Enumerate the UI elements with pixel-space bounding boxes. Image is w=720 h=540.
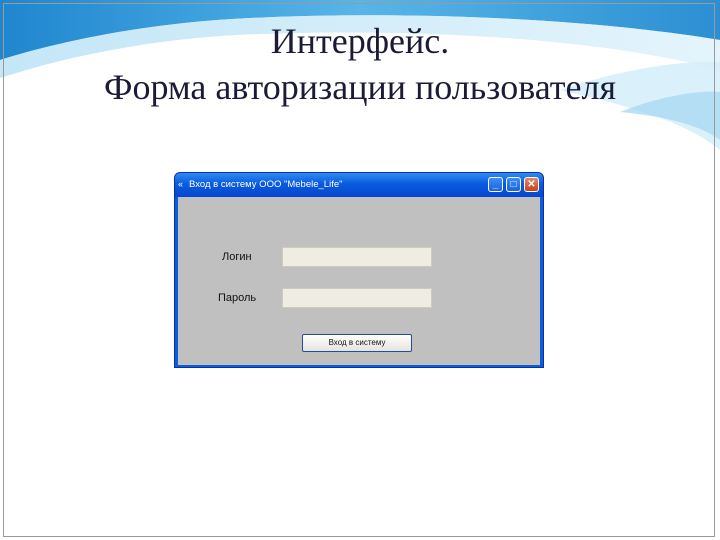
close-button[interactable]: ✕ bbox=[524, 177, 539, 192]
maximize-icon: □ bbox=[510, 179, 517, 190]
login-window: « Вход в систему ООО "Mebele_Life" _ □ ✕… bbox=[174, 172, 544, 368]
password-label: Пароль bbox=[218, 292, 257, 304]
login-input[interactable] bbox=[282, 247, 432, 267]
minimize-button[interactable]: _ bbox=[488, 177, 503, 192]
login-submit-button[interactable]: Вход в систему bbox=[302, 334, 412, 352]
slide: Интерфейс. Форма авторизации пользовател… bbox=[0, 0, 720, 540]
password-input[interactable] bbox=[282, 288, 432, 308]
slide-title-line-1: Интерфейс. bbox=[270, 21, 450, 61]
maximize-button[interactable]: □ bbox=[506, 177, 521, 192]
window-app-icon: « bbox=[178, 179, 184, 189]
window-title: Вход в систему ООО "Mebele_Life" bbox=[189, 179, 343, 190]
slide-title-line-2: Форма авторизации пользователя bbox=[104, 67, 616, 107]
slide-title: Интерфейс. Форма авторизации пользовател… bbox=[0, 18, 720, 110]
login-form: Логин Пароль Вход в систему bbox=[178, 197, 540, 365]
close-icon: ✕ bbox=[527, 179, 536, 190]
window-titlebar[interactable]: « Вход в систему ООО "Mebele_Life" _ □ ✕ bbox=[175, 173, 543, 197]
login-label: Логин bbox=[222, 251, 252, 263]
minimize-icon: _ bbox=[492, 179, 499, 190]
